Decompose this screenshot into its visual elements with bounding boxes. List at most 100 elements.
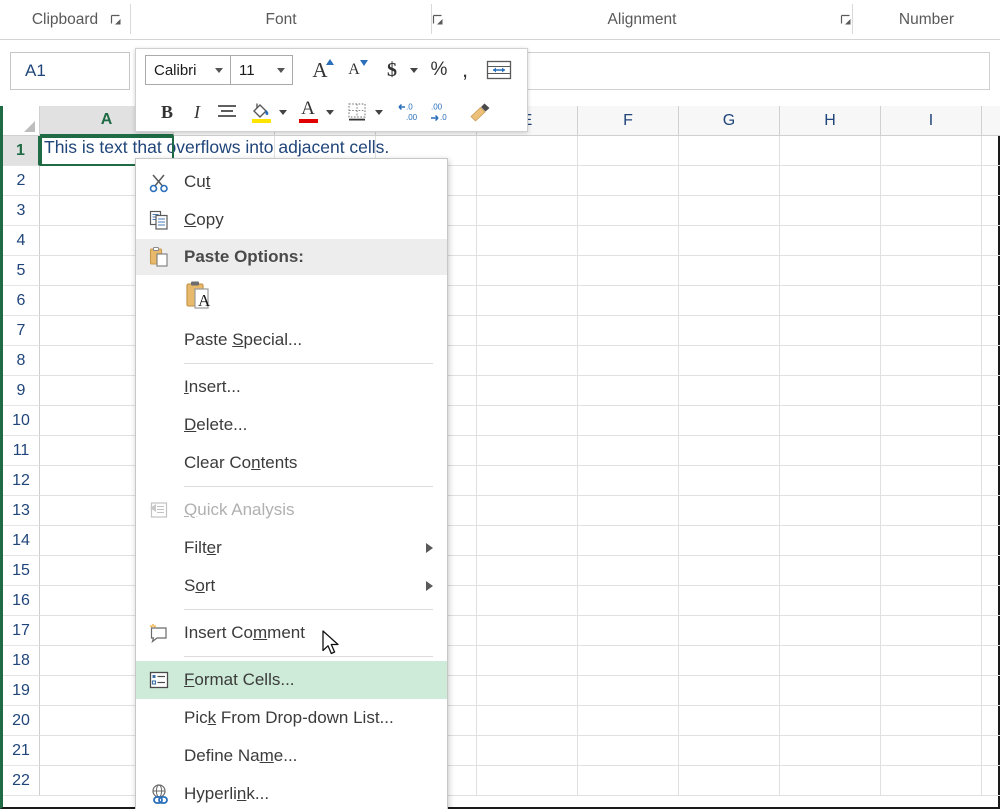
cell-F18[interactable] bbox=[578, 646, 679, 676]
cell-E8[interactable] bbox=[477, 346, 578, 376]
cell-I16[interactable] bbox=[881, 586, 982, 616]
cell-J5[interactable] bbox=[982, 256, 1000, 286]
column-header-i[interactable]: I bbox=[881, 106, 982, 136]
menu-item-filter[interactable]: Filter bbox=[136, 529, 447, 567]
row-header-5[interactable]: 5 bbox=[3, 256, 40, 286]
cell-F16[interactable] bbox=[578, 586, 679, 616]
cell-F4[interactable] bbox=[578, 226, 679, 256]
cell-J12[interactable] bbox=[982, 466, 1000, 496]
cell-G19[interactable] bbox=[679, 676, 780, 706]
cell-J13[interactable] bbox=[982, 496, 1000, 526]
cell-H22[interactable] bbox=[780, 766, 881, 796]
cell-H2[interactable] bbox=[780, 166, 881, 196]
cell-H12[interactable] bbox=[780, 466, 881, 496]
menu-item-define-name[interactable]: Define Name... bbox=[136, 737, 447, 775]
cell-J4[interactable] bbox=[982, 226, 1000, 256]
row-header-2[interactable]: 2 bbox=[3, 166, 40, 196]
cell-E9[interactable] bbox=[477, 376, 578, 406]
cell-G16[interactable] bbox=[679, 586, 780, 616]
menu-item-format-cells[interactable]: Format Cells... bbox=[136, 661, 447, 699]
cell-F3[interactable] bbox=[578, 196, 679, 226]
row-header-18[interactable]: 18 bbox=[3, 646, 40, 676]
row-header-1[interactable]: 1 bbox=[3, 136, 40, 166]
cell-J15[interactable] bbox=[982, 556, 1000, 586]
menu-item-hyperlink[interactable]: Hyperlink... bbox=[136, 775, 447, 809]
cell-I18[interactable] bbox=[881, 646, 982, 676]
cell-I15[interactable] bbox=[881, 556, 982, 586]
paste-text-icon[interactable]: A bbox=[184, 279, 218, 318]
cell-G22[interactable] bbox=[679, 766, 780, 796]
cell-G2[interactable] bbox=[679, 166, 780, 196]
cell-H17[interactable] bbox=[780, 616, 881, 646]
center-align-icon[interactable] bbox=[212, 96, 242, 128]
menu-item-copy[interactable]: Copy bbox=[136, 201, 447, 239]
cell-G10[interactable] bbox=[679, 406, 780, 436]
cell-F12[interactable] bbox=[578, 466, 679, 496]
cell-I3[interactable] bbox=[881, 196, 982, 226]
cell-G11[interactable] bbox=[679, 436, 780, 466]
cell-F17[interactable] bbox=[578, 616, 679, 646]
column-header-j[interactable]: J bbox=[982, 106, 1000, 136]
menu-item-sort[interactable]: Sort bbox=[136, 567, 447, 605]
cell-F20[interactable] bbox=[578, 706, 679, 736]
cell-I4[interactable] bbox=[881, 226, 982, 256]
cell-G7[interactable] bbox=[679, 316, 780, 346]
row-header-14[interactable]: 14 bbox=[3, 526, 40, 556]
cell-H6[interactable] bbox=[780, 286, 881, 316]
cell-E16[interactable] bbox=[477, 586, 578, 616]
cell-F1[interactable] bbox=[578, 136, 679, 166]
row-header-9[interactable]: 9 bbox=[3, 376, 40, 406]
cell-H15[interactable] bbox=[780, 556, 881, 586]
column-header-h[interactable]: H bbox=[780, 106, 881, 136]
cell-H7[interactable] bbox=[780, 316, 881, 346]
cell-J17[interactable] bbox=[982, 616, 1000, 646]
cell-J10[interactable] bbox=[982, 406, 1000, 436]
cell-G1[interactable] bbox=[679, 136, 780, 166]
cell-E19[interactable] bbox=[477, 676, 578, 706]
cell-F9[interactable] bbox=[578, 376, 679, 406]
cell-J18[interactable] bbox=[982, 646, 1000, 676]
cell-F13[interactable] bbox=[578, 496, 679, 526]
font-color-icon[interactable]: A bbox=[293, 96, 323, 128]
cell-F15[interactable] bbox=[578, 556, 679, 586]
name-box[interactable]: A1 bbox=[10, 52, 130, 90]
cell-E18[interactable] bbox=[477, 646, 578, 676]
cell-E4[interactable] bbox=[477, 226, 578, 256]
menu-item-insert-comment[interactable]: Insert Comment bbox=[136, 614, 447, 652]
accounting-format-icon[interactable]: $ bbox=[377, 54, 407, 86]
borders-icon[interactable] bbox=[342, 96, 372, 128]
fill-color-dropdown-icon[interactable] bbox=[276, 96, 289, 128]
cell-G8[interactable] bbox=[679, 346, 780, 376]
cell-I13[interactable] bbox=[881, 496, 982, 526]
format-painter-icon[interactable] bbox=[463, 96, 497, 128]
shrink-font-icon[interactable]: A bbox=[337, 54, 371, 86]
cell-J21[interactable] bbox=[982, 736, 1000, 766]
cell-H8[interactable] bbox=[780, 346, 881, 376]
cell-I11[interactable] bbox=[881, 436, 982, 466]
row-header-3[interactable]: 3 bbox=[3, 196, 40, 226]
cell-I9[interactable] bbox=[881, 376, 982, 406]
cell-J19[interactable] bbox=[982, 676, 1000, 706]
row-header-21[interactable]: 21 bbox=[3, 736, 40, 766]
cell-G20[interactable] bbox=[679, 706, 780, 736]
cell-E22[interactable] bbox=[477, 766, 578, 796]
cell-H4[interactable] bbox=[780, 226, 881, 256]
cell-E6[interactable] bbox=[477, 286, 578, 316]
cell-G18[interactable] bbox=[679, 646, 780, 676]
cell-H16[interactable] bbox=[780, 586, 881, 616]
italic-icon[interactable]: I bbox=[182, 96, 212, 128]
cell-I22[interactable] bbox=[881, 766, 982, 796]
cell-J14[interactable] bbox=[982, 526, 1000, 556]
menu-item-paste-special[interactable]: Paste Special... bbox=[136, 321, 447, 359]
cell-E5[interactable] bbox=[477, 256, 578, 286]
cell-F11[interactable] bbox=[578, 436, 679, 466]
cell-E3[interactable] bbox=[477, 196, 578, 226]
font-name-combobox[interactable]: Calibri bbox=[145, 55, 231, 85]
cell-E7[interactable] bbox=[477, 316, 578, 346]
cell-H21[interactable] bbox=[780, 736, 881, 766]
cell-J9[interactable] bbox=[982, 376, 1000, 406]
column-header-f[interactable]: F bbox=[578, 106, 679, 136]
row-header-10[interactable]: 10 bbox=[3, 406, 40, 436]
cell-I12[interactable] bbox=[881, 466, 982, 496]
row-header-17[interactable]: 17 bbox=[3, 616, 40, 646]
